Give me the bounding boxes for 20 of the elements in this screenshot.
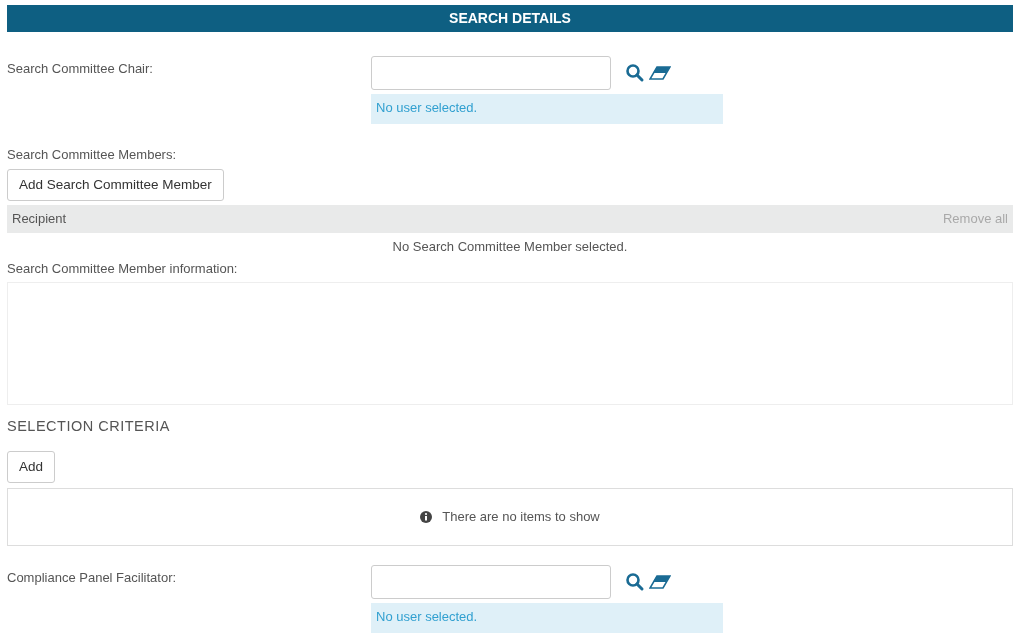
field-label: Search Committee Member information: [7, 260, 239, 278]
search-icon[interactable] [625, 63, 645, 83]
add-button[interactable]: Add [7, 451, 56, 484]
user-field[interactable] [371, 56, 611, 90]
eraser-icon[interactable] [649, 66, 671, 80]
field-label: Compliance Panel Facilitator: [7, 569, 178, 588]
empty-message: There are no items to show [442, 508, 600, 526]
info-icon [420, 511, 433, 524]
add-member-button[interactable]: Add Search Committee Member [7, 168, 224, 201]
status-message: No user selected. [371, 94, 723, 124]
field-label: Search Committee Members: [7, 146, 178, 164]
field-label: Search Committee Chair: [7, 60, 154, 78]
section-header: SEARCH DETAILS [7, 5, 1013, 32]
eraser-icon[interactable] [649, 575, 671, 590]
user-field[interactable] [371, 565, 611, 600]
column-header: Recipient [12, 209, 67, 228]
status-message: No user selected. [371, 603, 723, 634]
search-icon[interactable] [625, 572, 645, 593]
section-title: SELECTION CRITERIA [7, 416, 171, 436]
empty-message: No Search Committee Member selected. [391, 237, 629, 256]
